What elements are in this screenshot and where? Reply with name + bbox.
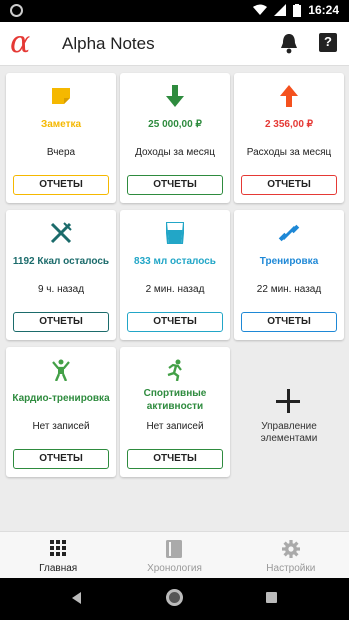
card-subtitle: 22 мин. назад [256, 284, 322, 295]
nav-item-home[interactable]: Главная [0, 532, 116, 578]
card-subtitle: 9 ч. назад [37, 284, 85, 295]
back-icon[interactable] [72, 592, 81, 604]
reports-button[interactable]: ОТЧЕТЫ [241, 175, 337, 195]
card-value: 25 000,00 ₽ [148, 119, 202, 130]
nav-item-settings[interactable]: Настройки [233, 532, 349, 578]
card-sports[interactable]: Спортивные активности Нет записей ОТЧЕТЫ [120, 347, 230, 477]
note-icon [6, 83, 116, 109]
book-icon [166, 540, 183, 558]
battery-icon [293, 3, 302, 17]
status-bar: 16:24 [0, 0, 349, 22]
water-glass-icon [120, 220, 230, 246]
card-value: Заметка [40, 119, 82, 130]
reports-button[interactable]: ОТЧЕТЫ [13, 449, 109, 469]
card-calories[interactable]: 1192 Ккал осталось 9 ч. назад ОТЧЕТЫ [6, 210, 116, 340]
card-income[interactable]: 25 000,00 ₽ Доходы за месяц ОТЧЕТЫ [120, 73, 230, 203]
app-bar: α Alpha Notes ? [0, 22, 349, 66]
sync-icon [10, 4, 23, 17]
app-title: Alpha Notes [62, 34, 155, 53]
manage-elements-button[interactable]: Управление элементами [234, 347, 344, 477]
reports-button[interactable]: ОТЧЕТЫ [127, 175, 223, 195]
recent-apps-icon[interactable] [266, 592, 277, 603]
runner-icon [120, 357, 230, 383]
dumbbell-icon [234, 220, 344, 246]
wifi-icon [253, 4, 268, 15]
card-workout[interactable]: Тренировка 22 мин. назад ОТЧЕТЫ [234, 210, 344, 340]
grid-icon [50, 540, 67, 556]
signal-icon [274, 4, 287, 16]
card-water[interactable]: 833 мл осталось 2 мин. назад ОТЧЕТЫ [120, 210, 230, 340]
card-value: Тренировка [259, 256, 319, 267]
bell-icon[interactable] [279, 32, 299, 54]
reports-button[interactable]: ОТЧЕТЫ [127, 449, 223, 469]
card-subtitle: Доходы за месяц [135, 147, 215, 158]
card-subtitle: Нет записей [146, 421, 204, 432]
card-subtitle: Вчера [46, 147, 76, 158]
nav-label: Хронология [147, 563, 202, 574]
card-value: Кардио-тренировка [12, 393, 110, 404]
clock: 16:24 [308, 3, 339, 17]
home-icon[interactable] [166, 589, 183, 606]
person-jumping-icon [6, 357, 116, 383]
gear-icon [281, 540, 300, 558]
card-cardio[interactable]: Кардио-тренировка Нет записей ОТЧЕТЫ [6, 347, 116, 477]
nav-label: Настройки [266, 563, 316, 574]
nav-label: Главная [39, 563, 78, 574]
plus-icon [276, 389, 300, 413]
card-subtitle: Нет записей [32, 421, 90, 432]
card-note[interactable]: Заметка Вчера ОТЧЕТЫ [6, 73, 116, 203]
card-subtitle: 2 мин. назад [145, 284, 205, 295]
status-icons: 16:24 [253, 3, 339, 17]
arrow-up-icon [234, 83, 344, 109]
nav-item-timeline[interactable]: Хронология [116, 532, 232, 578]
reports-button[interactable]: ОТЧЕТЫ [241, 312, 337, 332]
reports-button[interactable]: ОТЧЕТЫ [127, 312, 223, 332]
card-expenses[interactable]: 2 356,00 ₽ Расходы за месяц ОТЧЕТЫ [234, 73, 344, 203]
help-icon[interactable]: ? [319, 33, 337, 52]
manage-elements-label: Управление элементами [260, 421, 318, 444]
arrow-down-icon [120, 83, 230, 109]
card-value: 1192 Ккал осталось [12, 256, 110, 267]
reports-button[interactable]: ОТЧЕТЫ [13, 312, 109, 332]
reports-button[interactable]: ОТЧЕТЫ [13, 175, 109, 195]
card-value: Спортивные активности [143, 388, 207, 412]
bottom-navigation: Главная Хронология Настройки [0, 531, 349, 578]
system-navigation-bar [0, 578, 349, 620]
card-subtitle: Расходы за месяц [246, 147, 332, 158]
food-icon [6, 220, 116, 246]
card-value: 2 356,00 ₽ [264, 119, 314, 130]
app-logo: α [10, 25, 31, 60]
card-value: 833 мл осталось [134, 256, 216, 267]
